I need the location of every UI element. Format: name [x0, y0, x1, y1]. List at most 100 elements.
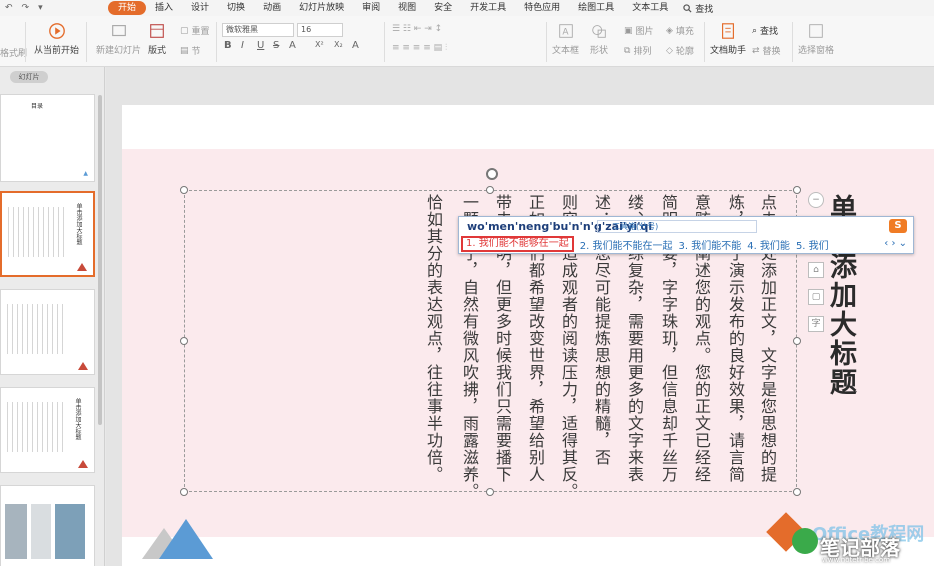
- resize-handle[interactable]: [793, 186, 801, 194]
- ime-toolbox[interactable]: 工具箱(分号): [597, 220, 757, 233]
- text-box-button[interactable]: A 文本框: [552, 22, 579, 56]
- reset-icon: ▢: [180, 25, 189, 36]
- play-icon: [48, 23, 65, 39]
- shape-button[interactable]: 形状: [590, 22, 608, 56]
- layout-button[interactable]: 版式: [148, 22, 166, 56]
- resize-handle[interactable]: [486, 488, 494, 496]
- bullet-list-icon[interactable]: ☰ ☷ ⇤ ⇥ ↕: [392, 24, 442, 34]
- tab-insert[interactable]: 插入: [146, 1, 182, 15]
- slide-thumbnail-1[interactable]: 目录 ▲: [0, 94, 95, 182]
- collapse-icon[interactable]: −: [808, 192, 824, 208]
- frame-tool-icon[interactable]: ▢: [808, 289, 824, 305]
- picture-button[interactable]: ▣ 图片: [624, 24, 654, 38]
- tab-review[interactable]: 审阅: [353, 1, 389, 15]
- thumbnail-image: [5, 504, 27, 559]
- tab-transition[interactable]: 切换: [218, 1, 254, 15]
- shape-tool-icon[interactable]: ⌂: [808, 262, 824, 278]
- replace-button[interactable]: ⇄ 替换: [752, 44, 781, 58]
- thumbnail-title: 目录: [31, 103, 44, 110]
- outline-button[interactable]: ◇ 轮廓: [666, 44, 694, 58]
- tab-features[interactable]: 特色应用: [515, 1, 569, 15]
- sogou-logo-icon[interactable]: S: [889, 219, 907, 233]
- resize-handle[interactable]: [180, 488, 188, 496]
- picture-label: 图片: [635, 27, 654, 37]
- font-size-select[interactable]: 16: [297, 23, 343, 37]
- search-label: 查找: [695, 4, 714, 15]
- format-painter-button[interactable]: 格式刷: [0, 43, 27, 59]
- ime-candidate-4[interactable]: 4. 我们能: [747, 237, 790, 252]
- tab-animation[interactable]: 动画: [254, 1, 290, 15]
- undo-icon[interactable]: ↶: [5, 3, 13, 13]
- section-button[interactable]: ▤ 节: [180, 44, 201, 58]
- tab-home[interactable]: 开始: [108, 1, 147, 15]
- select-pane-label: 选择窗格: [798, 46, 835, 56]
- reset-button[interactable]: ▢ 重置: [180, 24, 210, 38]
- font-color-button[interactable]: A: [289, 40, 296, 51]
- subscript-button[interactable]: X₂: [334, 40, 343, 49]
- outline-icon: ◇: [666, 45, 673, 56]
- tab-text-tools[interactable]: 文本工具: [623, 1, 677, 15]
- tab-developer[interactable]: 开发工具: [461, 1, 515, 15]
- rotate-handle[interactable]: [486, 168, 498, 180]
- underline-button[interactable]: U: [257, 40, 264, 51]
- resize-handle[interactable]: [793, 337, 801, 345]
- resize-handle[interactable]: [486, 186, 494, 194]
- tab-slideshow[interactable]: 幻灯片放映: [290, 1, 353, 15]
- text-tool-icon[interactable]: 字: [808, 316, 824, 332]
- ime-candidate-3[interactable]: 3. 我们能不能: [678, 237, 741, 252]
- new-slide-button[interactable]: 新建幻灯片: [96, 22, 141, 56]
- dropdown-icon[interactable]: ▾: [38, 3, 43, 13]
- doc-helper-button[interactable]: 文档助手: [710, 22, 746, 56]
- new-slide-icon: [111, 25, 126, 37]
- resize-handle[interactable]: [793, 488, 801, 496]
- new-slide-label: 新建幻灯片: [96, 46, 142, 56]
- slide-thumbnail-5[interactable]: [0, 485, 95, 566]
- play-from-current-button[interactable]: 从当前开始: [34, 22, 79, 56]
- ime-candidate-5[interactable]: 5. 我们: [796, 237, 829, 252]
- italic-button[interactable]: I: [241, 40, 244, 51]
- resize-handle[interactable]: [180, 337, 188, 345]
- select-pane-button[interactable]: 选择窗格: [798, 22, 834, 56]
- menu-search[interactable]: 查找: [677, 2, 713, 15]
- slide-thumbnail-2[interactable]: 单击添加大标题: [0, 191, 95, 277]
- font-name-select[interactable]: 微软雅黑: [222, 23, 294, 37]
- shape-label: 形状: [590, 46, 609, 56]
- thumbnail-title: 单击添加大标题: [74, 398, 81, 440]
- tab-view[interactable]: 视图: [389, 1, 425, 15]
- resize-handle[interactable]: [180, 186, 188, 194]
- doc-helper-icon: [722, 23, 734, 39]
- section-label: 节: [191, 47, 201, 57]
- ribbon: 格式刷 从当前开始 新建幻灯片 版式 ▢ 重置 ▤ 节 微软雅黑 16 B I U …: [0, 16, 934, 67]
- align-icon[interactable]: ≡ ≡ ≡ ≡ ▤ ⫶: [392, 43, 447, 53]
- ime-candidate-1[interactable]: 1. 我们能不能够在一起: [461, 236, 574, 252]
- thumbnail-scrollbar[interactable]: [98, 95, 102, 425]
- superscript-button[interactable]: X²: [315, 40, 324, 49]
- layout-label: 版式: [148, 46, 167, 56]
- ime-candidates: 1. 我们能不能够在一起 2. 我们能不能在一起 3. 我们能不能 4. 我们能…: [461, 236, 829, 252]
- ime-page-nav-icon[interactable]: ‹ › ⌄: [884, 238, 907, 249]
- menu-bar: ↶ ↷ ▾ 开始 插入 设计 切换 动画 幻灯片放映 审阅 视图 安全 开发工具…: [0, 0, 934, 16]
- strikethrough-button[interactable]: S: [273, 40, 279, 51]
- redo-icon[interactable]: ↷: [22, 3, 30, 13]
- slide-thumbnail-4[interactable]: 单击添加大标题: [0, 387, 95, 473]
- replace-label: 替换: [762, 47, 781, 57]
- fill-button[interactable]: ◈ 填充: [666, 24, 694, 38]
- outline-label: 轮廓: [675, 47, 694, 57]
- watermark: Office教程网 笔记部落 www.notetribe.com: [792, 520, 934, 566]
- ime-candidate-2[interactable]: 2. 我们能不能在一起: [580, 237, 673, 252]
- doc-helper-label: 文档助手: [710, 46, 747, 56]
- toolbox-label: 工具箱(分号): [612, 222, 659, 231]
- bold-button[interactable]: B: [224, 40, 232, 51]
- tab-slides[interactable]: 幻灯片: [10, 71, 48, 83]
- tab-security[interactable]: 安全: [425, 1, 461, 15]
- arrange-button[interactable]: ⧉ 排列: [624, 44, 652, 58]
- arrange-label: 排列: [633, 47, 652, 57]
- char-shading-button[interactable]: A: [352, 40, 359, 51]
- tab-design[interactable]: 设计: [182, 1, 218, 15]
- tab-drawing-tools[interactable]: 绘图工具: [569, 1, 623, 15]
- select-pane-icon: [809, 24, 823, 38]
- slide-thumbnail-pane: 幻灯片 目录 ▲ 单击添加大标题 单击添加大标题: [0, 67, 105, 566]
- slide-thumbnail-3[interactable]: [0, 289, 95, 375]
- find-button[interactable]: ⌕ 查找: [752, 24, 778, 38]
- play-from-current-label: 从当前开始: [34, 46, 80, 56]
